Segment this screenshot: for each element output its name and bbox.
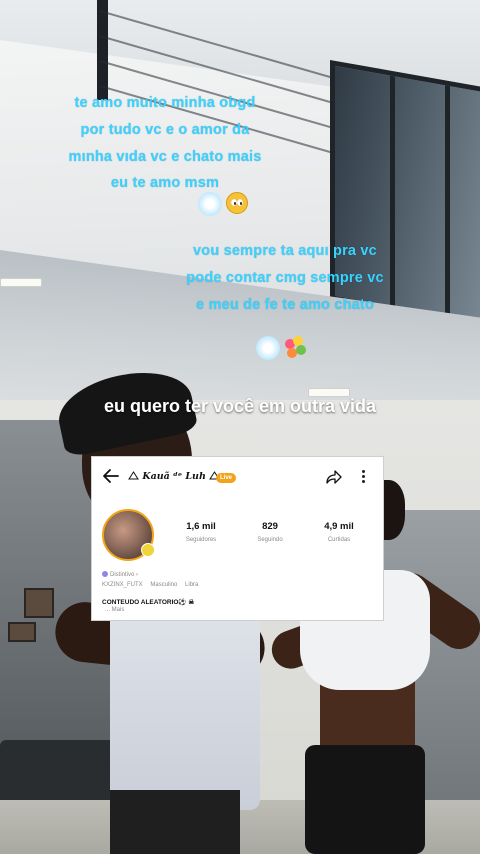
profile-username: Kauã ᵈᵉ Luh (128, 471, 221, 482)
person-left-shirt (110, 600, 260, 810)
quote-text: eu quero ter você em outra vida (103, 396, 377, 416)
badge-link[interactable]: Distintivo › (102, 571, 138, 578)
stat-value: 829 (262, 521, 278, 532)
pleading-face-emoji-icon (226, 192, 248, 214)
snowflake-emoji-icon (198, 192, 222, 216)
profile-bio: CONTEUDO ALEATORIO⚽ ☠ (102, 599, 195, 606)
interior-picture (24, 588, 54, 618)
interior-picture (8, 622, 36, 642)
bio-more-link[interactable]: ... Mais (105, 607, 124, 613)
window-mullion (445, 85, 450, 317)
stat-value: 4,9 mil (324, 521, 354, 532)
stat-likes[interactable]: 4,9 mil Curtidas (309, 521, 369, 543)
emoji-group-2 (250, 336, 310, 362)
emoji-group-1 (198, 190, 258, 216)
meta-sign: Libra (185, 582, 199, 588)
stat-label: Curtidas (327, 537, 351, 543)
profile-card[interactable]: Kauã ᵈᵉ Luh Live 1,6 mil Seguidores 829 … (91, 456, 384, 621)
stat-label: Seguindo (257, 537, 283, 543)
profile-header: Kauã ᵈᵉ Luh Live (92, 457, 385, 497)
stat-following[interactable]: 829 Seguindo (240, 521, 300, 543)
username-text: Kauã ᵈᵉ Luh (142, 471, 206, 482)
live-badge[interactable]: Live (216, 473, 237, 483)
badge-text: Distintivo › (110, 572, 139, 578)
bouquet-emoji-icon (284, 336, 308, 360)
caption-love-message: te amo muito minha obgd por tudo vc e o … (68, 95, 262, 192)
caption-support-message: vou sempre ta aquı pra vc pode contar cm… (186, 243, 384, 313)
more-vertical-icon[interactable] (362, 470, 366, 484)
person-left-shorts (110, 790, 240, 854)
stat-followers[interactable]: 1,6 mil Seguidores (171, 521, 231, 543)
back-arrow-icon[interactable] (102, 467, 120, 485)
meta-handle: KXZINX_FUTX (102, 582, 143, 588)
share-icon[interactable] (326, 469, 342, 485)
stat-label: Seguidores (185, 537, 217, 543)
snowflake-emoji-icon (256, 336, 280, 360)
avatar[interactable] (102, 509, 155, 561)
stat-value: 1,6 mil (186, 521, 216, 532)
person-right-shorts (305, 745, 425, 854)
house-icon (128, 471, 139, 480)
badge-icon (102, 571, 108, 577)
ceiling-light (0, 278, 42, 287)
meta-gender: Masculino (150, 582, 178, 588)
profile-meta: KXZINX_FUTX Masculino Libra (102, 582, 204, 588)
